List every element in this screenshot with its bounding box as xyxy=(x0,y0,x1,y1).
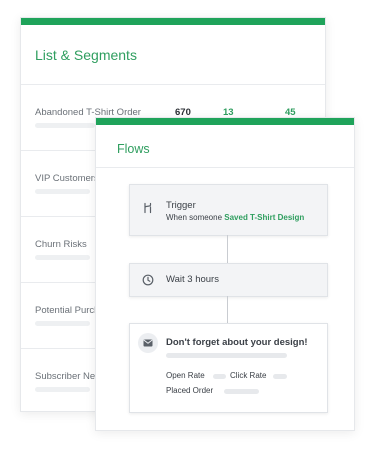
segment-placeholder-bar xyxy=(35,255,90,260)
flow-connector xyxy=(227,296,228,323)
flows-card-title: Flows xyxy=(117,142,150,156)
placed-order-value-placeholder xyxy=(224,389,259,394)
trigger-event-link[interactable]: Saved T-Shirt Design xyxy=(224,213,304,222)
click-rate-label: Click Rate xyxy=(230,371,267,380)
envelope-icon xyxy=(138,333,158,353)
segment-placeholder-bar xyxy=(35,321,90,326)
segment-label: VIP Customers xyxy=(35,173,99,184)
email-preview-placeholder xyxy=(166,353,287,358)
divider xyxy=(96,167,354,168)
trigger-description: When someone Saved T-Shirt Design xyxy=(166,213,304,222)
segment-placeholder-bar xyxy=(35,189,90,194)
lists-card-title: List & Segments xyxy=(35,47,137,63)
placed-order-label: Placed Order xyxy=(166,386,214,395)
email-node[interactable]: Don't forget about your design! Open Rat… xyxy=(129,323,328,413)
card-accent-bar xyxy=(96,118,354,125)
click-rate-value-placeholder xyxy=(273,374,287,379)
clock-icon xyxy=(142,274,154,286)
trigger-node[interactable]: Trigger When someone Saved T-Shirt Desig… xyxy=(129,184,328,236)
branch-icon xyxy=(144,202,152,214)
wait-label: Wait 3 hours xyxy=(166,274,219,285)
segment-placeholder-bar xyxy=(35,123,95,128)
segment-placeholder-bar xyxy=(35,387,90,392)
email-subject: Don't forget about your design! xyxy=(166,337,308,348)
trigger-prefix: When someone xyxy=(166,213,223,222)
flow-connector xyxy=(227,235,228,263)
open-rate-label: Open Rate xyxy=(166,371,205,380)
wait-node[interactable]: Wait 3 hours xyxy=(129,263,328,297)
trigger-title: Trigger xyxy=(166,200,196,211)
flows-card: Flows Trigger When someone Saved T-Shirt… xyxy=(95,117,355,431)
open-rate-value-placeholder xyxy=(213,374,226,379)
card-accent-bar xyxy=(21,18,325,25)
segment-label: Churn Risks xyxy=(35,239,87,250)
